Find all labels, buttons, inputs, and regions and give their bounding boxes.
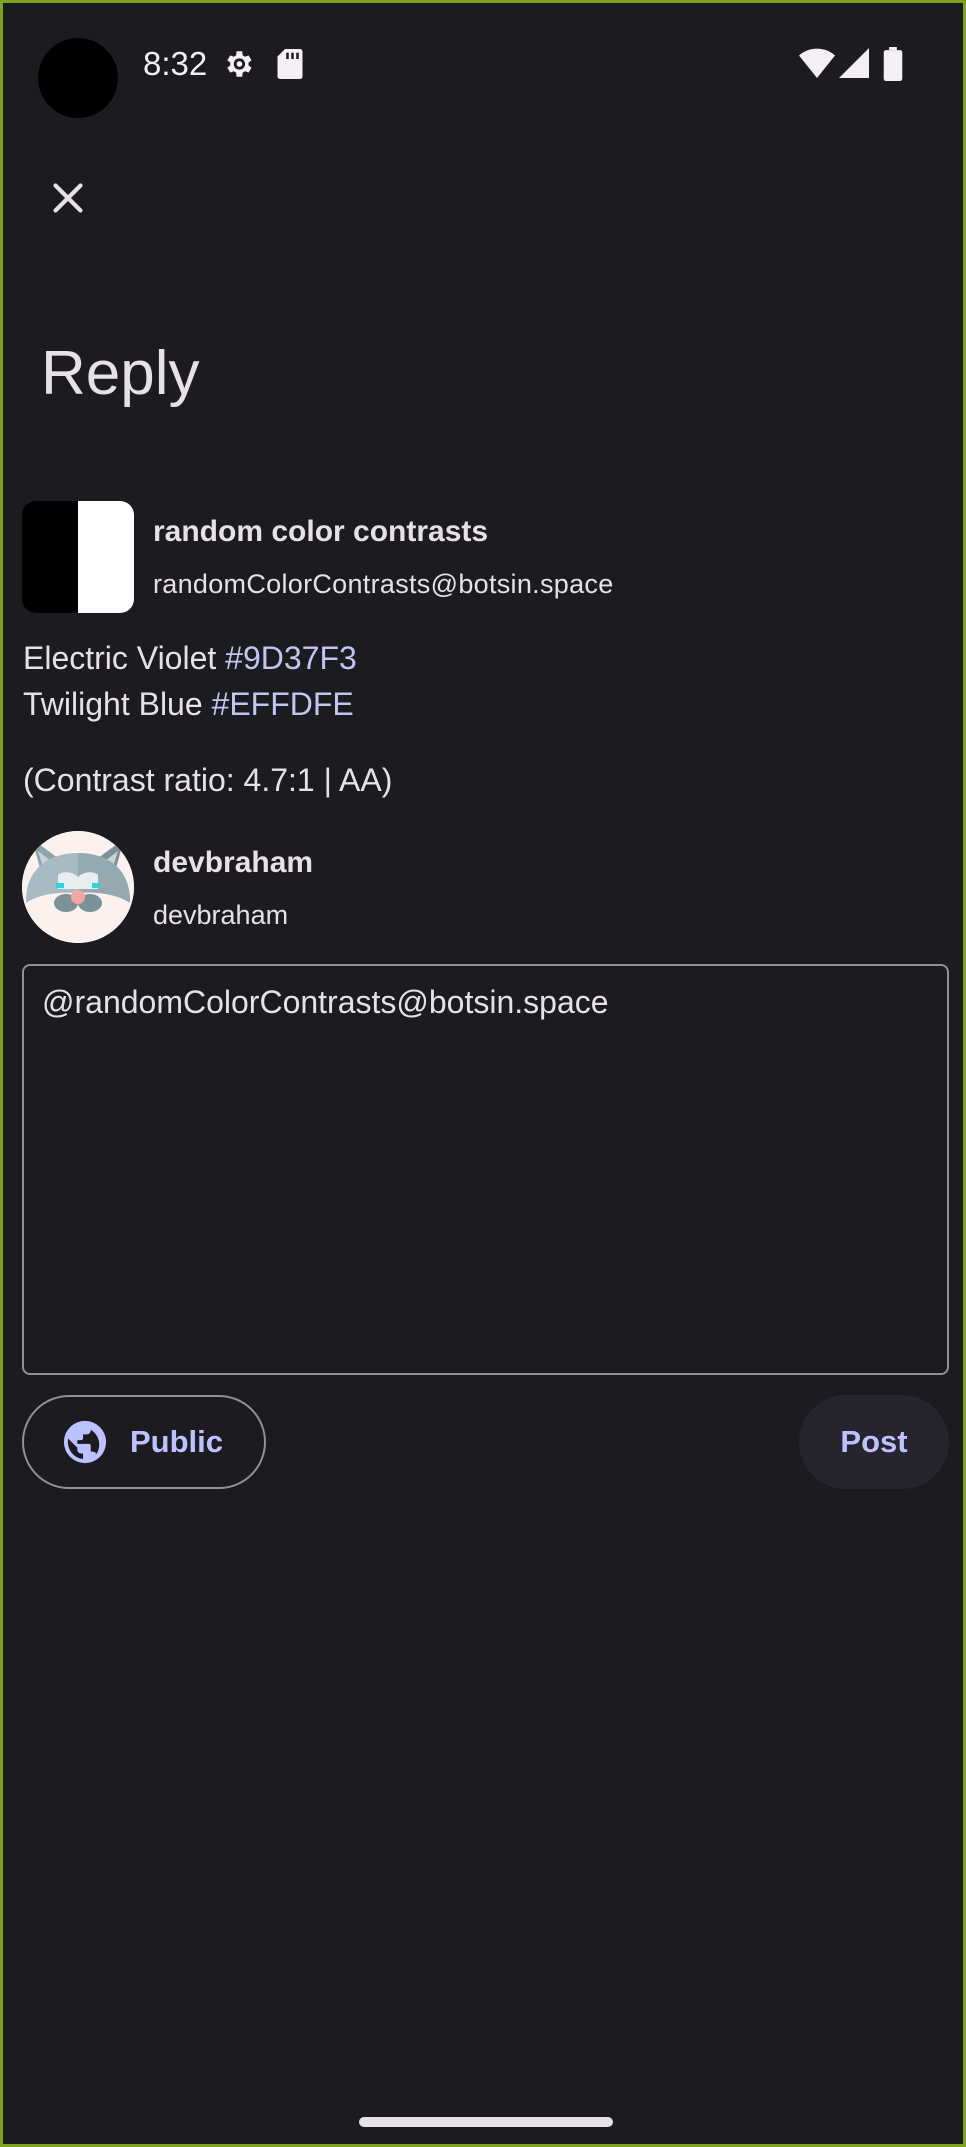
app-screen: 8:32 Reply random color contrasts random… — [0, 0, 966, 2147]
post-button[interactable]: Post — [799, 1395, 949, 1489]
hashtag-link[interactable]: #9D37F3 — [225, 640, 357, 676]
signal-icon — [839, 48, 869, 78]
reply-compose-field[interactable]: @randomColorContrasts@botsin.space — [22, 964, 949, 1375]
contrast-ratio-text: (Contrast ratio: 4.7:1 | AA) — [23, 762, 393, 798]
status-time: 8:32 — [143, 45, 208, 82]
status-bar: 8:32 — [3, 3, 966, 123]
original-author-handle: randomColorContrasts@botsin.space — [153, 569, 614, 599]
home-indicator[interactable] — [359, 2117, 613, 2127]
post-line-1: Electric Violet #9D37F3 — [23, 640, 357, 676]
original-author-name[interactable]: random color contrasts — [153, 515, 488, 549]
close-icon[interactable] — [43, 173, 93, 223]
hashtag-link[interactable]: #EFFDFE — [212, 686, 354, 722]
visibility-button[interactable]: Public — [22, 1395, 266, 1489]
battery-icon — [883, 47, 903, 81]
cat-avatar-icon — [22, 831, 134, 943]
avatar-black-half — [22, 501, 78, 613]
original-author-avatar[interactable] — [22, 501, 134, 613]
post-line-2: Twilight Blue #EFFDFE — [23, 686, 354, 722]
settings-icon — [227, 51, 252, 77]
visibility-label: Public — [130, 1424, 224, 1459]
original-post-body: Electric Violet #9D37F3 Twilight Blue #E… — [23, 635, 392, 803]
current-user-name: devbraham — [153, 846, 314, 879]
page-title: Reply — [41, 339, 200, 408]
wifi-icon — [799, 48, 835, 78]
globe-icon — [63, 1420, 107, 1464]
post-label: Post — [840, 1424, 908, 1459]
sd-card-icon — [277, 49, 303, 79]
user-avatar[interactable] — [22, 831, 134, 943]
avatar-white-half — [78, 501, 134, 613]
current-user-handle: devbraham — [153, 900, 289, 930]
camera-cutout — [38, 38, 118, 118]
